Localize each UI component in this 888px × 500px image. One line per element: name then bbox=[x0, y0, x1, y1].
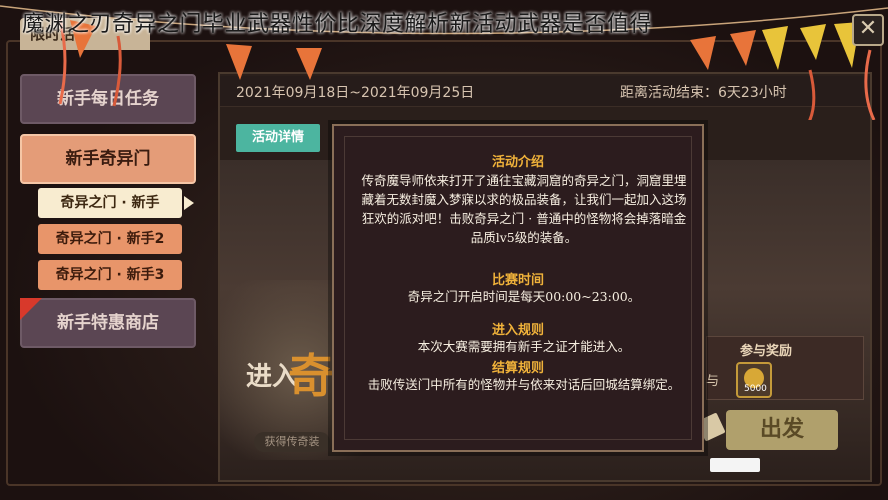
sidebar-item-special-shop[interactable]: 新手特惠商店 bbox=[20, 298, 196, 348]
sidebar-item-daily-tasks[interactable]: 新手每日任务 bbox=[20, 74, 196, 124]
sidebar-item-label: 新手特惠商店 bbox=[57, 313, 159, 333]
sub-item-gate-novice-3[interactable]: 奇异之门 · 新手3 bbox=[38, 260, 182, 290]
sidebar: 新手每日任务 新手奇异门 奇异之门 · 新手 奇异之门 · 新手2 奇异之门 ·… bbox=[14, 66, 204, 366]
reward-item-quantity: 5000 bbox=[744, 384, 767, 394]
dialog-text-entry: 本次大赛需要拥有新手之证才能进入。 bbox=[417, 339, 631, 354]
new-ribbon-icon bbox=[20, 298, 42, 320]
dialog-text-time: 奇异之门开启时间是每天00:00~23:00。 bbox=[407, 289, 641, 304]
sub-item-gate-novice[interactable]: 奇异之门 · 新手 bbox=[38, 188, 182, 218]
close-button[interactable]: ✕ bbox=[852, 14, 884, 46]
dialog-text-settlement: 击败传送门中所有的怪物并与依来对话后回城结算绑定。 bbox=[367, 377, 681, 392]
reward-partial-label: 与 bbox=[706, 374, 720, 389]
sub-item-gate-novice-2[interactable]: 奇异之门 · 新手2 bbox=[38, 224, 182, 254]
banner-caption: 获得传奇装 bbox=[254, 432, 330, 452]
event-info-dialog: 活动介绍 传奇魔导师依来打开了通往宝藏洞窟的奇异之门，洞窟里埋藏着无数封魔入梦寐… bbox=[332, 124, 704, 452]
dialog-inner-border: 活动介绍 传奇魔导师依来打开了通往宝藏洞窟的奇异之门，洞窟里埋藏着无数封魔入梦寐… bbox=[344, 136, 692, 440]
reward-title: 参与奖励 bbox=[740, 344, 793, 359]
watermark-logo bbox=[710, 458, 760, 472]
dialog-heading-intro: 活动介绍 bbox=[491, 155, 544, 170]
dialog-text-intro: 传奇魔导师依来打开了通往宝藏洞窟的奇异之门，洞窟里埋藏着无数封魔入梦寐以求的极品… bbox=[361, 173, 687, 245]
dialog-heading-settlement: 结算规则 bbox=[491, 361, 544, 376]
event-countdown: 距离活动结束：6天23小时 bbox=[620, 85, 787, 101]
event-date-range: 2021年09月18日~2021年09月25日 bbox=[236, 85, 475, 101]
depart-button[interactable]: 出发 bbox=[726, 410, 838, 450]
banner-title-char: 奇 bbox=[288, 349, 334, 403]
page-title-overlay: 魔渊之刃奇异之门毕业武器性价比深度解析新活动武器是否值得 bbox=[22, 12, 653, 37]
dialog-heading-time: 比赛时间 bbox=[491, 273, 544, 288]
sidebar-item-strange-gate[interactable]: 新手奇异门 bbox=[20, 134, 196, 184]
selected-arrow-icon bbox=[184, 196, 194, 210]
dialog-heading-entry: 进入规则 bbox=[491, 323, 544, 338]
event-details-button[interactable]: 活动详情 bbox=[236, 124, 320, 152]
